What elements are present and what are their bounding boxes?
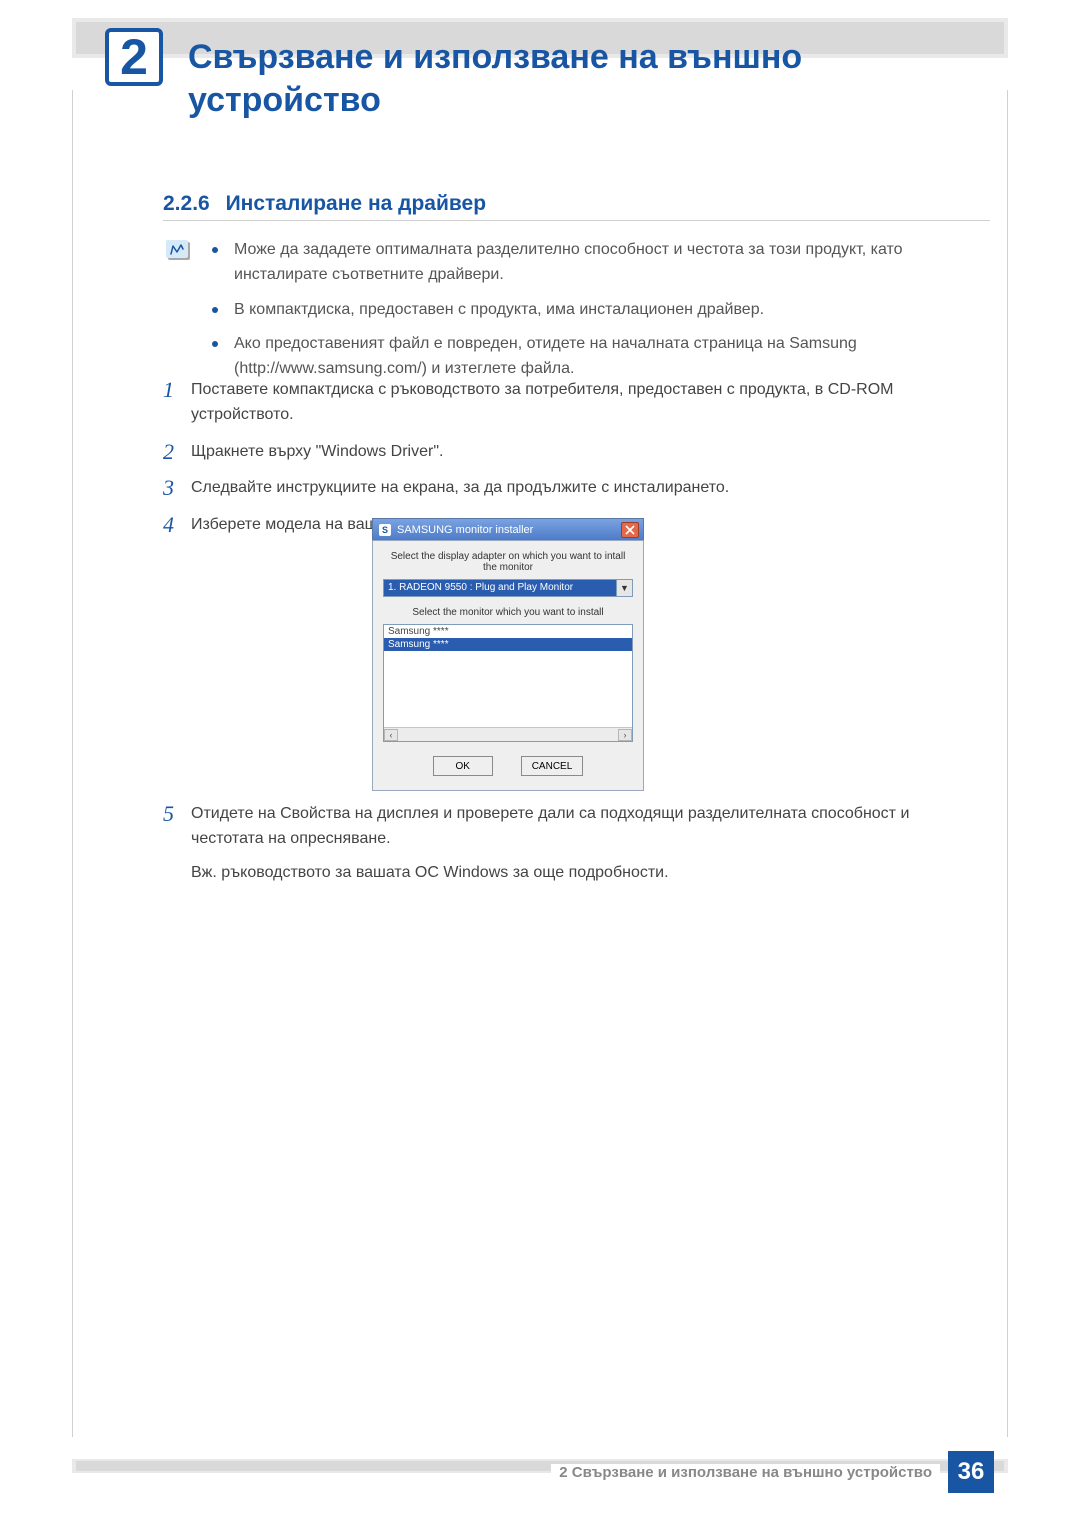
step-number: 5 (163, 802, 191, 852)
note-icon (166, 240, 190, 260)
step-text: Щракнете върху "Windows Driver". (191, 440, 980, 465)
adapter-value: 1. RADEON 9550 : Plug and Play Monitor (384, 580, 616, 596)
divider-left (72, 90, 73, 1437)
section-title: Инсталиране на драйвер (226, 192, 486, 215)
section-underline (163, 220, 990, 221)
divider-right (1007, 90, 1008, 1437)
step-2: 2 Щракнете върху "Windows Driver". (163, 440, 980, 465)
cancel-button[interactable]: CANCEL (521, 756, 584, 776)
step-text: Поставете компактдиска с ръководството з… (191, 378, 980, 428)
step-1: 1 Поставете компактдиска с ръководството… (163, 378, 980, 428)
step-number: 3 (163, 476, 191, 501)
list-item[interactable]: Samsung **** (384, 625, 632, 638)
page-number-badge: 36 (948, 1451, 994, 1493)
note-text: Ако предоставеният файл е повреден, отид… (234, 332, 980, 382)
app-icon: S (379, 524, 391, 536)
step-5: 5 Отидете на Свойства на дисплея и прове… (163, 802, 980, 852)
chapter-badge: 2 (105, 28, 163, 86)
page: 2 Свързване и използване на външно устро… (0, 0, 1080, 1527)
scroll-right-button[interactable]: › (618, 729, 632, 741)
step-number: 4 (163, 513, 191, 538)
step-5-block: 5 Отидете на Свойства на дисплея и прове… (163, 802, 980, 894)
section-heading: 2.2.6 Инсталиране на драйвер (163, 192, 486, 216)
footer-text: 2 Свързване и използване на външно устро… (551, 1464, 940, 1481)
step-text: Отидете на Свойства на дисплея и провере… (191, 802, 980, 852)
step-5-extra: Вж. ръководството за вашата ОС Windows з… (191, 864, 980, 882)
dialog-title-group: S SAMSUNG monitor installer (379, 524, 533, 536)
installer-dialog: S SAMSUNG monitor installer Select the d… (372, 518, 644, 791)
bullet-icon (212, 341, 218, 347)
scroll-left-button[interactable]: ‹ (384, 729, 398, 741)
monitor-label: Select the monitor which you want to ins… (383, 607, 633, 618)
close-icon[interactable] (621, 522, 639, 538)
chevron-down-icon[interactable]: ▼ (616, 580, 632, 596)
step-number: 1 (163, 378, 191, 428)
monitor-listbox[interactable]: Samsung **** Samsung **** ‹ › (383, 624, 633, 742)
step-number: 2 (163, 440, 191, 465)
chapter-number: 2 (120, 32, 148, 82)
adapter-label: Select the display adapter on which you … (383, 551, 633, 573)
step-3: 3 Следвайте инструкциите на екрана, за д… (163, 476, 980, 501)
section-number: 2.2.6 (163, 192, 210, 215)
step-text: Следвайте инструкциите на екрана, за да … (191, 476, 980, 501)
ok-button[interactable]: OK (433, 756, 493, 776)
page-number: 36 (958, 1458, 985, 1486)
note-text: В компактдиска, предоставен с продукта, … (234, 298, 980, 323)
note-item: Ако предоставеният файл е повреден, отид… (212, 332, 980, 382)
bullet-icon (212, 247, 218, 253)
dialog-title: SAMSUNG monitor installer (397, 524, 533, 536)
bullet-icon (212, 307, 218, 313)
horizontal-scrollbar[interactable]: ‹ › (384, 727, 632, 741)
adapter-select[interactable]: 1. RADEON 9550 : Plug and Play Monitor ▼ (383, 579, 633, 597)
note-list: Може да зададете оптималната разделителн… (212, 238, 980, 392)
dialog-titlebar[interactable]: S SAMSUNG monitor installer (372, 518, 644, 540)
list-item[interactable]: Samsung **** (384, 638, 632, 651)
note-item: Може да зададете оптималната разделителн… (212, 238, 980, 288)
note-item: В компактдиска, предоставен с продукта, … (212, 298, 980, 323)
note-text: Може да зададете оптималната разделителн… (234, 238, 980, 288)
dialog-buttons: OK CANCEL (383, 756, 633, 776)
dialog-body: Select the display adapter on which you … (372, 540, 644, 791)
chapter-title: Свързване и използване на външно устройс… (188, 36, 990, 121)
